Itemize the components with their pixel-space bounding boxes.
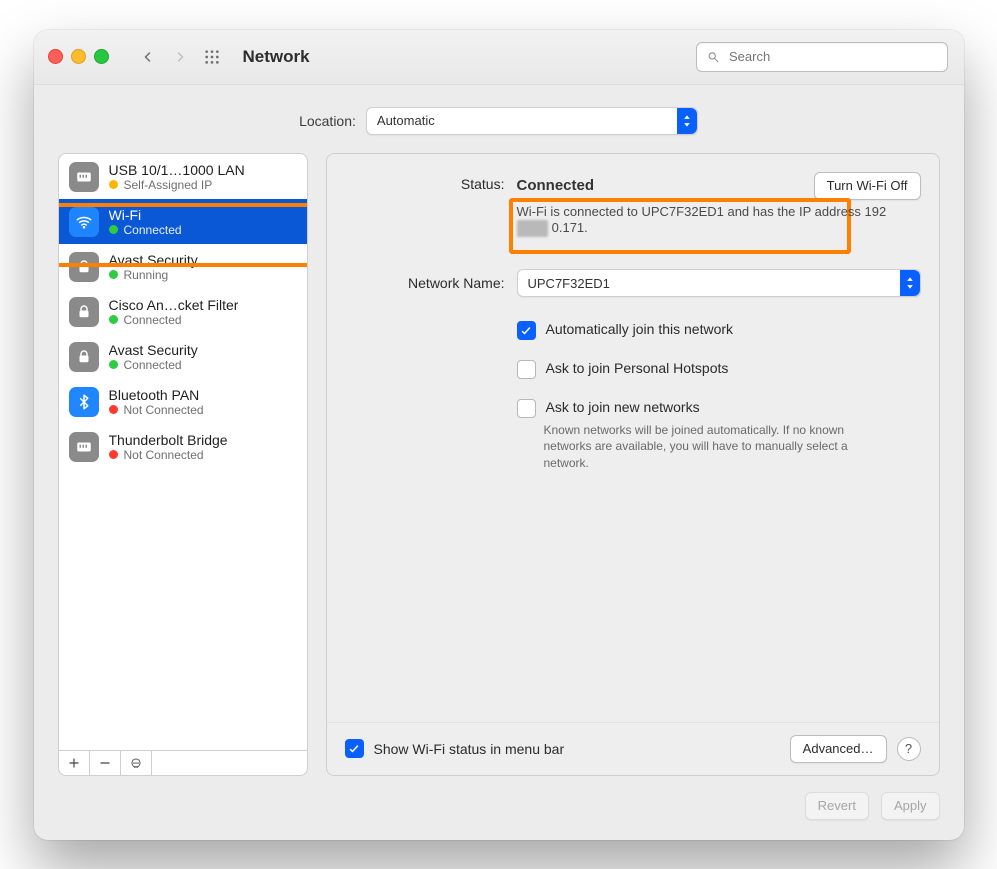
lock-icon — [69, 342, 99, 372]
sidebar-item-wifi[interactable]: Wi-Fi Connected — [59, 199, 307, 244]
sidebar-item-name: Cisco An…cket Filter — [109, 297, 239, 313]
turn-wifi-off-button[interactable]: Turn Wi-Fi Off — [814, 172, 921, 200]
select-caret — [900, 270, 920, 296]
location-value: Automatic — [377, 113, 435, 128]
revert-button[interactable]: Revert — [805, 792, 869, 820]
details-panel: Status: Connected Turn Wi-Fi Off Wi-Fi i… — [326, 153, 940, 776]
checkbox-icon — [517, 321, 536, 340]
help-button[interactable]: ? — [897, 737, 921, 761]
status-dot — [109, 270, 118, 279]
search-icon — [707, 50, 720, 64]
add-interface-button[interactable] — [59, 751, 90, 775]
location-row: Location: Automatic — [34, 85, 964, 153]
sidebar-item-bluetooth-pan[interactable]: Bluetooth PAN Not Connected — [59, 379, 307, 424]
apply-button[interactable]: Apply — [881, 792, 940, 820]
nav-forward-button[interactable] — [169, 46, 191, 68]
window-title: Network — [243, 47, 310, 67]
sidebar-item-name: Bluetooth PAN — [109, 387, 204, 403]
status-dot — [109, 405, 118, 414]
remove-interface-button[interactable] — [90, 751, 121, 775]
status-dot — [109, 450, 118, 459]
more-icon — [129, 756, 143, 770]
network-name-select[interactable]: UPC7F32ED1 — [517, 269, 921, 297]
more-options-button[interactable] — [121, 751, 152, 775]
status-value: Connected — [517, 177, 595, 194]
location-select[interactable]: Automatic — [366, 107, 698, 135]
status-description: Wi-Fi is connected to UPC7F32ED1 and has… — [517, 204, 921, 238]
select-caret — [677, 108, 697, 134]
sidebar-item-status: Self-Assigned IP — [124, 178, 213, 192]
sidebar-item-thunderbolt-bridge[interactable]: Thunderbolt Bridge Not Connected — [59, 424, 307, 469]
bluetooth-icon — [69, 387, 99, 417]
status-label: Status: — [345, 172, 505, 192]
zoom-window-button[interactable] — [94, 49, 109, 64]
sidebar-item-avast-1[interactable]: Avast Security Running — [59, 244, 307, 289]
preferences-window: Network Location: Automatic — [34, 30, 964, 840]
updown-icon — [682, 114, 692, 128]
status-dot — [109, 360, 118, 369]
titlebar: Network — [34, 30, 964, 85]
close-window-button[interactable] — [48, 49, 63, 64]
checkbox-icon — [517, 360, 536, 379]
show-wifi-status-checkbox[interactable]: Show Wi-Fi status in menu bar — [345, 739, 565, 758]
sidebar-item-status: Not Connected — [124, 403, 204, 417]
ask-hotspot-checkbox[interactable]: Ask to join Personal Hotspots — [517, 360, 921, 379]
chevron-left-icon — [142, 50, 154, 64]
checkbox-icon — [345, 739, 364, 758]
sidebar-item-status: Not Connected — [124, 448, 204, 462]
minimize-window-button[interactable] — [71, 49, 86, 64]
location-label: Location: — [299, 113, 356, 129]
sidebar-item-status: Connected — [124, 223, 182, 237]
network-name-label: Network Name: — [345, 275, 505, 291]
chevron-right-icon — [174, 50, 186, 64]
sidebar-controls — [58, 751, 308, 776]
sidebar-item-avast-2[interactable]: Avast Security Connected — [59, 334, 307, 379]
footer: Revert Apply — [34, 776, 964, 840]
show-wifi-status-label: Show Wi-Fi status in menu bar — [374, 741, 565, 757]
advanced-button[interactable]: Advanced… — [790, 735, 887, 763]
search-field[interactable] — [696, 42, 948, 72]
redacted-ip: xxx — [517, 220, 549, 237]
updown-icon — [905, 276, 915, 290]
sidebar-item-usb-lan[interactable]: USB 10/1…1000 LAN Self-Assigned IP — [59, 154, 307, 199]
sidebar-item-name: Avast Security — [109, 342, 198, 358]
sidebar-item-cisco[interactable]: Cisco An…cket Filter Connected — [59, 289, 307, 334]
sidebar-item-status: Connected — [124, 313, 182, 327]
sidebar-item-name: USB 10/1…1000 LAN — [109, 162, 245, 178]
search-input[interactable] — [727, 48, 936, 65]
ask-new-networks-checkbox[interactable]: Ask to join new networks — [517, 399, 921, 418]
spacer — [152, 751, 307, 775]
ethernet-icon — [69, 432, 99, 462]
ask-hotspot-label: Ask to join Personal Hotspots — [546, 360, 729, 376]
show-all-prefs-button[interactable] — [201, 46, 223, 68]
network-name-value: UPC7F32ED1 — [528, 276, 610, 291]
ask-new-networks-label: Ask to join new networks — [546, 399, 700, 415]
grid-icon — [204, 49, 220, 65]
status-dot — [109, 225, 118, 234]
sidebar-item-name: Wi-Fi — [109, 207, 182, 223]
sidebar-item-name: Thunderbolt Bridge — [109, 432, 228, 448]
sidebar-item-status: Connected — [124, 358, 182, 372]
lock-icon — [69, 252, 99, 282]
sidebar-item-status: Running — [124, 268, 169, 282]
window-traffic-lights — [48, 49, 109, 64]
auto-join-label: Automatically join this network — [546, 321, 734, 337]
interfaces-list[interactable]: USB 10/1…1000 LAN Self-Assigned IP Wi-Fi… — [58, 153, 308, 751]
status-dot — [109, 315, 118, 324]
lock-icon — [69, 297, 99, 327]
ethernet-icon — [69, 162, 99, 192]
wifi-icon — [69, 207, 99, 237]
minus-icon — [98, 756, 112, 770]
sidebar-item-name: Avast Security — [109, 252, 198, 268]
auto-join-checkbox[interactable]: Automatically join this network — [517, 321, 921, 340]
ask-new-networks-description: Known networks will be joined automatica… — [544, 422, 874, 471]
status-dot — [109, 180, 118, 189]
plus-icon — [67, 756, 81, 770]
interfaces-sidebar: USB 10/1…1000 LAN Self-Assigned IP Wi-Fi… — [58, 153, 308, 776]
checkbox-icon — [517, 399, 536, 418]
nav-back-button[interactable] — [137, 46, 159, 68]
